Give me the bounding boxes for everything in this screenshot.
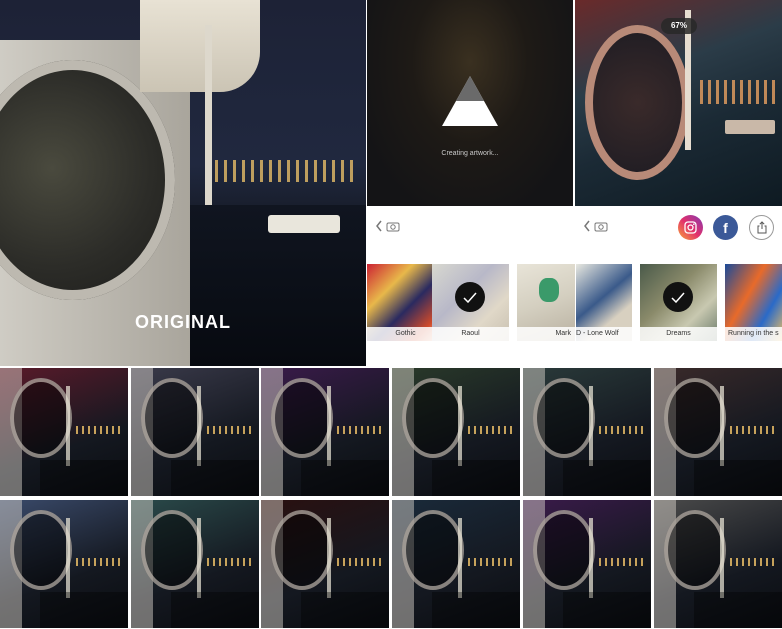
thumbnail-detail [40,592,128,628]
thumbnail-detail [66,386,70,466]
thumbnail-detail [402,378,465,458]
prisma-logo-icon [442,76,498,126]
checkmark-icon [663,282,693,312]
thumbnail-detail [206,558,251,566]
creating-artwork-panel: Creating artwork... [367,0,573,206]
facebook-icon[interactable]: f [713,215,738,240]
thumbnail-detail [458,386,463,466]
style-variant-thumbnail[interactable] [130,368,259,496]
filter-label: D - Lone Wolf [576,327,632,341]
style-variants-grid [0,368,782,629]
camera-icon[interactable] [386,221,400,232]
action-bar: f [367,206,782,258]
style-variant-thumbnail[interactable] [130,500,259,628]
thumbnail-detail [10,378,72,458]
thumbnail-detail [196,386,201,466]
thumbnail-detail [170,592,259,628]
instagram-icon[interactable] [678,215,703,240]
thumbnail-detail [10,510,72,590]
checkmark-icon [455,282,485,312]
filter-label: Mark [517,327,575,341]
filter-tile-lone-wolf[interactable]: D - Lone Wolf [576,264,632,341]
chevron-left-icon[interactable] [375,220,383,232]
thumbnail-detail [432,460,521,496]
thumbnail-detail [598,558,643,566]
result-lights [700,80,780,104]
thumbnail-detail [271,510,334,590]
style-variant-thumbnail[interactable] [392,500,521,628]
thumbnail-detail [588,518,593,598]
thumbnail-detail [337,426,382,434]
thumbnail-detail [40,460,128,496]
share-icon[interactable] [749,215,774,240]
mark-figure [539,278,559,302]
thumbnail-detail [76,558,120,566]
right-nav-group [583,220,608,232]
style-variant-thumbnail[interactable] [522,368,651,496]
style-variant-thumbnail[interactable] [522,500,651,628]
thumbnail-detail [562,592,651,628]
thumbnail-detail [468,558,513,566]
styled-result-photo: 67% [575,0,782,206]
thumbnail-detail [196,518,201,598]
filter-tile-mark[interactable]: Mark [517,264,575,341]
filter-label: Raoul [432,327,509,341]
thumbnail-detail [140,378,203,458]
style-variant-thumbnail[interactable] [653,500,782,628]
filter-tile-raoul[interactable]: Raoul [432,264,509,341]
city-lights [215,160,355,182]
filter-strip: Gothic Raoul Mark D - Lone Wolf Dreams R… [367,258,782,366]
left-nav-group [375,220,400,232]
thumbnail-detail [327,518,332,598]
thumbnail-detail [432,592,521,628]
thumbnail-detail [206,426,251,434]
style-variant-thumbnail[interactable] [261,368,390,496]
thumbnail-detail [532,510,595,590]
thumbnail-detail [301,592,390,628]
thumbnail-detail [729,426,774,434]
result-circle [585,25,690,180]
original-label: ORIGINAL [135,312,231,332]
filter-label: Dreams [640,327,717,341]
thumbnail-detail [719,386,724,466]
thumbnail-detail [693,592,782,628]
filter-label: Running in the s [725,327,782,341]
thumbnail-detail [140,510,203,590]
thumbnail-detail [271,378,334,458]
thumbnail-detail [663,510,726,590]
thumbnail-detail [532,378,595,458]
thumbnail-detail [402,510,465,590]
style-variant-thumbnail[interactable] [653,368,782,496]
thumbnail-detail [562,460,651,496]
thumbnail-detail [327,386,332,466]
boat [268,215,340,233]
thumbnail-detail [588,386,593,466]
building-roof [140,0,260,92]
thumbnail-detail [301,460,390,496]
style-variant-thumbnail[interactable] [0,368,128,496]
style-variant-thumbnail[interactable] [0,500,128,628]
thumbnail-detail [170,460,259,496]
filter-tile-dreams[interactable]: Dreams [640,264,717,341]
camera-icon[interactable] [594,221,608,232]
chevron-left-icon[interactable] [583,220,591,232]
original-photo: ORIGINAL [0,0,366,366]
progress-badge: 67% [661,18,697,34]
thumbnail-detail [719,518,724,598]
thumbnail-detail [337,558,382,566]
thumbnail-detail [458,518,463,598]
thumbnail-detail [66,518,70,598]
creating-status-text: Creating artwork... [441,150,499,157]
thumbnail-detail [729,558,774,566]
thumbnail-detail [693,460,782,496]
style-variant-thumbnail[interactable] [261,500,390,628]
thumbnail-detail [598,426,643,434]
thumbnail-detail [76,426,120,434]
filter-tile-running[interactable]: Running in the s [725,264,782,341]
thumbnail-detail [663,378,726,458]
style-variant-thumbnail[interactable] [392,368,521,496]
thumbnail-detail [468,426,513,434]
result-boat [725,120,775,134]
